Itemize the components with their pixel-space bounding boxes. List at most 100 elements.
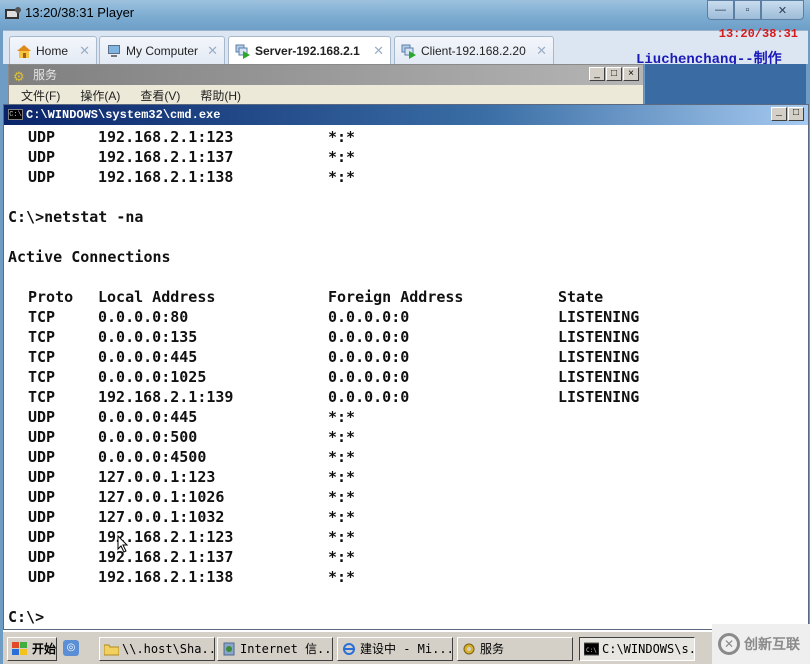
taskbar-item-label: 建设中 - Mi... [360,642,453,656]
local-address-cell: 192.168.2.1:138 [98,568,234,586]
header-foreign-address: Foreign Address [328,288,464,306]
local-address-cell: 0.0.0.0:80 [98,308,189,326]
cmd-minimize-button[interactable]: _ [771,107,787,121]
connection-row: UDP 127.0.0.1:1032 *:* [8,507,806,527]
foreign-address-cell: *:* [328,408,356,426]
cmd-window[interactable]: C:\ C:\WINDOWS\system32\cmd.exe _ □ UDP 1… [3,104,809,630]
proto-cell: UDP [28,428,56,446]
taskbar-item-cmd[interactable]: C:\ C:\WINDOWS\s... [579,637,695,661]
state-cell: LISTENING [558,368,640,386]
tab-home[interactable]: Home ✕ [9,36,97,65]
player-app-icon [5,7,21,19]
connection-row: UDP 127.0.0.1:123 *:* [8,467,806,487]
menu-help[interactable]: 帮助(H) [200,85,241,105]
local-address-cell: 192.168.2.1:123 [98,128,234,146]
tab-close-icon[interactable]: ✕ [373,43,384,59]
tab-my-computer[interactable]: My Computer ✕ [99,36,225,65]
cmd-title: C:\WINDOWS\system32\cmd.exe [26,108,221,122]
heading-line: Active Connections [8,247,806,267]
state-cell: LISTENING [558,308,640,326]
tab-client[interactable]: Client-192.168.2.20 ✕ [394,36,554,65]
tab-close-icon[interactable]: ✕ [207,43,218,59]
services-close-button[interactable]: × [623,67,639,81]
menu-file[interactable]: 文件(F) [21,85,60,105]
services-window[interactable]: ⚙ 服务 _ □ × 文件(F) 操作(A) 查看(V) 帮助(H) [8,64,644,105]
foreign-address-cell: 0.0.0.0:0 [328,388,410,406]
local-address-cell: 192.168.2.1:138 [98,168,234,186]
foreign-address-cell: *:* [328,488,356,506]
connection-row: UDP 192.168.2.1:138 *:* [8,167,806,187]
state-cell: LISTENING [558,388,640,406]
tab-close-icon[interactable]: ✕ [536,43,547,59]
taskbar-item-folder[interactable]: \\.host\Sha... [99,637,215,661]
taskbar-item-ie[interactable]: 建设中 - Mi... [337,637,453,661]
foreign-address-cell: *:* [328,168,356,186]
taskbar-item-label: \\.host\Sha... [122,642,215,656]
local-address-cell: 0.0.0.0:135 [98,328,198,346]
menu-view[interactable]: 查看(V) [140,85,180,105]
proto-cell: TCP [28,368,56,386]
player-title-bar: 13:20/38:31 Player — ▫ ✕ [0,0,810,30]
foreign-address-cell: *:* [328,148,356,166]
minimize-icon: — [715,4,726,16]
proto-cell: UDP [28,168,56,186]
desktop-background-region [645,64,806,104]
foreign-address-cell: *:* [328,508,356,526]
taskbar-item-services[interactable]: 服务 [457,637,573,661]
foreign-address-cell: *:* [328,428,356,446]
tab-label: Server-192.168.2.1 [255,44,360,58]
player-title: 13:20/38:31 Player [25,5,135,20]
prompt-line: C:\> [8,607,806,627]
command-text: C:\>netstat -na [8,208,144,226]
vm-icon [401,44,416,59]
ie-icon [343,643,355,655]
menu-action[interactable]: 操作(A) [80,85,120,105]
proto-cell: UDP [28,148,56,166]
foreign-address-cell: *:* [328,448,356,466]
quick-launch-desktop-icon[interactable]: ◎ [63,640,79,656]
services-minimize-button[interactable]: _ [589,67,605,81]
services-titlebar[interactable]: ⚙ 服务 _ □ × [9,65,643,85]
cmd-titlebar[interactable]: C:\ C:\WINDOWS\system32\cmd.exe _ □ [4,105,808,125]
mouse-pointer-icon [117,535,129,553]
proto-cell: UDP [28,468,56,486]
foreign-address-cell: 0.0.0.0:0 [328,308,410,326]
cmd-maximize-button[interactable]: □ [788,107,804,121]
services-maximize-button[interactable]: □ [606,67,622,81]
foreign-address-cell: *:* [328,468,356,486]
tab-server[interactable]: Server-192.168.2.1 ✕ [228,36,391,65]
taskbar-item-iis[interactable]: Internet 信... [217,637,333,661]
command-line: C:\>netstat -na [8,207,806,227]
computer-icon [108,45,120,57]
vm-running-icon [235,44,250,59]
proto-cell: UDP [28,548,56,566]
proto-cell: UDP [28,488,56,506]
connection-row: TCP 192.168.2.1:139 0.0.0.0:0 LISTENING [8,387,806,407]
player-maximize-button[interactable]: ▫ [734,0,761,20]
foreign-address-cell: 0.0.0.0:0 [328,328,410,346]
proto-cell: UDP [28,508,56,526]
player-minimize-button[interactable]: — [707,0,734,20]
proto-cell: UDP [28,528,56,546]
svg-text:C:\: C:\ [586,647,597,654]
local-address-cell: 0.0.0.0:445 [98,348,198,366]
tab-close-icon[interactable]: ✕ [79,43,90,59]
maximize-icon: ▫ [745,4,750,16]
playback-timer: 13:20/38:31 [718,27,798,41]
foreign-address-cell: *:* [328,568,356,586]
local-address-cell: 192.168.2.1:137 [98,148,234,166]
start-button[interactable]: 开始 [7,637,57,661]
connection-row: UDP 0.0.0.0:445 *:* [8,407,806,427]
taskbar-item-label: Internet 信... [240,642,333,656]
player-close-button[interactable]: ✕ [761,0,804,20]
taskbar-item-label: C:\WINDOWS\s... [602,642,695,656]
connection-row: UDP 192.168.2.1:138 *:* [8,567,806,587]
services-menubar: 文件(F) 操作(A) 查看(V) 帮助(H) [9,85,643,105]
connection-row: UDP 192.168.2.1:137 *:* [8,147,806,167]
header-local-address: Local Address [98,288,216,306]
tab-label: Client-192.168.2.20 [421,44,526,58]
local-address-cell: 0.0.0.0:1025 [98,368,207,386]
